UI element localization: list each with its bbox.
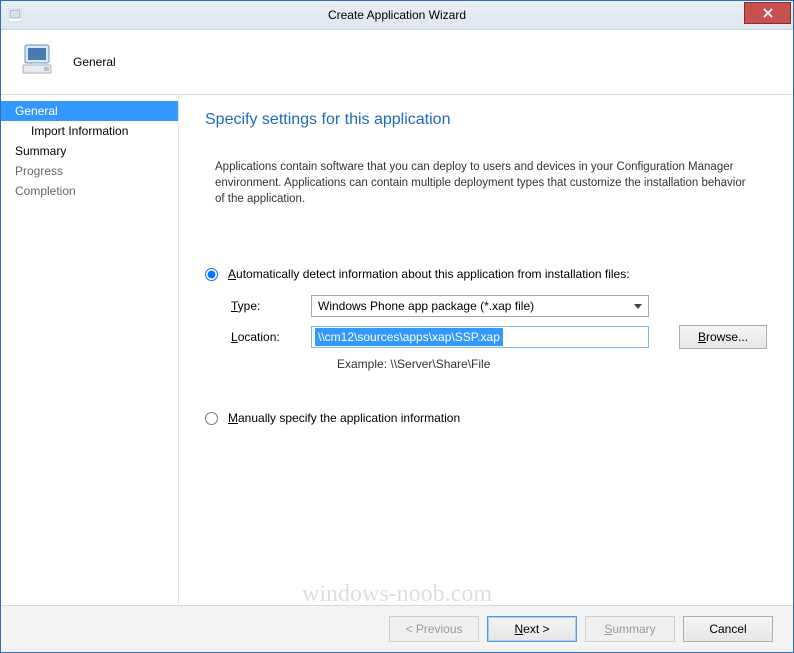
type-select-value: Windows Phone app package (*.xap file): [318, 299, 534, 313]
header-title: General: [73, 55, 116, 69]
window-title: Create Application Wizard: [1, 8, 793, 22]
nav-summary[interactable]: Summary: [1, 141, 178, 161]
wizard-window: Create Application Wizard General: [0, 0, 794, 653]
location-value: \\cm12\sources\apps\xap\SSP.xap: [315, 328, 503, 346]
location-example: Example: \\Server\Share\File: [337, 357, 767, 371]
location-label: Location:: [231, 330, 311, 344]
titlebar: Create Application Wizard: [1, 1, 793, 30]
main-area: General Import Information Summary Progr…: [1, 95, 793, 605]
wizard-footer: < Previous Next > Summary Cancel: [1, 605, 793, 652]
nav-import-information[interactable]: Import Information: [1, 121, 178, 141]
manual-radio[interactable]: [205, 412, 218, 425]
type-select[interactable]: Windows Phone app package (*.xap file): [311, 295, 649, 317]
location-input[interactable]: \\cm12\sources\apps\xap\SSP.xap: [311, 326, 649, 348]
next-button[interactable]: Next >: [487, 616, 577, 642]
detect-form: Type: Windows Phone app package (*.xap f…: [231, 295, 767, 371]
nav-general[interactable]: General: [1, 101, 178, 121]
header-band: General: [1, 30, 793, 95]
manual-option[interactable]: Manually specify the application informa…: [205, 411, 767, 425]
summary-button: Summary: [585, 616, 675, 642]
wizard-sidebar: General Import Information Summary Progr…: [1, 95, 179, 605]
location-row: Location: \\cm12\sources\apps\xap\SSP.xa…: [231, 325, 767, 349]
auto-detect-option[interactable]: Automatically detect information about t…: [205, 267, 767, 281]
content-pane: Specify settings for this application Ap…: [179, 95, 793, 605]
previous-button: < Previous: [389, 616, 479, 642]
page-title: Specify settings for this application: [205, 111, 767, 129]
nav-completion[interactable]: Completion: [1, 181, 178, 201]
auto-detect-label: Automatically detect information about t…: [228, 267, 630, 281]
nav-progress[interactable]: Progress: [1, 161, 178, 181]
cancel-button[interactable]: Cancel: [683, 616, 773, 642]
close-icon: [763, 7, 773, 20]
type-row: Type: Windows Phone app package (*.xap f…: [231, 295, 767, 317]
type-label: Type:: [231, 299, 311, 313]
browse-button[interactable]: Browse...: [679, 325, 767, 349]
auto-detect-radio[interactable]: [205, 268, 218, 281]
app-icon: [7, 7, 23, 23]
close-button[interactable]: [744, 2, 791, 24]
page-description: Applications contain software that you c…: [215, 159, 755, 207]
header-computer-icon: [19, 41, 59, 84]
manual-label: Manually specify the application informa…: [228, 411, 460, 425]
